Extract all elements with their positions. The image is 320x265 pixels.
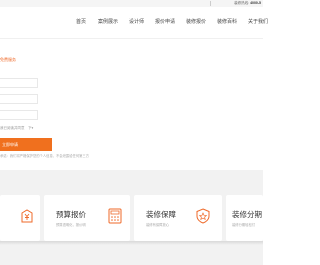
service-desc: 装修分期轻松付 — [232, 223, 256, 227]
nav-item-about[interactable]: 关于我们 — [248, 18, 268, 26]
agree-row: 我已阅读并同意 下▾ — [0, 126, 40, 132]
shield-star-icon — [196, 208, 210, 224]
form-title: 免费服务 — [0, 57, 16, 62]
service-title: 预算报价 — [56, 210, 86, 219]
nav-item-cases[interactable]: 案例展示 — [98, 18, 118, 26]
top-bar: 装修热线: 4000-5 — [0, 0, 263, 7]
area-field[interactable] — [0, 110, 38, 120]
agree-text: 我已阅读并同意 — [0, 126, 25, 130]
nav-item-home[interactable]: 首页 — [76, 18, 86, 26]
nav-item-quote-apply[interactable]: 报价申请 — [155, 18, 175, 26]
hotline-label: 装修热线: — [234, 1, 250, 5]
name-field[interactable] — [0, 78, 38, 88]
nav-item-quote[interactable]: 装修报价 — [186, 18, 206, 26]
agree-dropdown[interactable]: 下▾ — [28, 126, 33, 131]
nav-divider — [0, 38, 263, 39]
nav-item-encyclopedia[interactable]: 装修百科 — [217, 18, 237, 26]
service-desc: 装修有保障放心 — [146, 223, 170, 227]
service-card-budget[interactable]: 预算报价 预算透明化，报价明 — [44, 195, 130, 241]
hotline-number: 4000-5 — [250, 1, 261, 5]
privacy-note: 承诺：我们将严格保护您的个人信息，不会泄露给任何第三方 — [0, 154, 90, 158]
calculator-icon — [108, 208, 122, 224]
service-card-1[interactable] — [0, 195, 40, 241]
nav-item-designers[interactable]: 设计师 — [129, 18, 144, 26]
phone-field[interactable] — [0, 94, 38, 104]
service-card-guarantee[interactable]: 装修保障 装修有保障放心 — [134, 195, 222, 241]
service-title: 装修保障 — [146, 210, 176, 219]
submit-button[interactable]: 立即申请 — [0, 138, 52, 151]
hotline: 装修热线: 4000-5 — [234, 0, 261, 7]
service-card-installment[interactable]: 装修分期 装修分期轻松付 — [226, 195, 263, 241]
main-nav: 首页 案例展示 设计师 报价申请 装修报价 装修百科 关于我们 — [0, 7, 268, 38]
yuan-icon — [21, 209, 33, 223]
bottom-shadow — [0, 241, 263, 245]
service-title: 装修分期 — [232, 210, 262, 219]
topbar-divider — [210, 1, 211, 6]
service-desc: 预算透明化，报价明 — [56, 223, 86, 227]
